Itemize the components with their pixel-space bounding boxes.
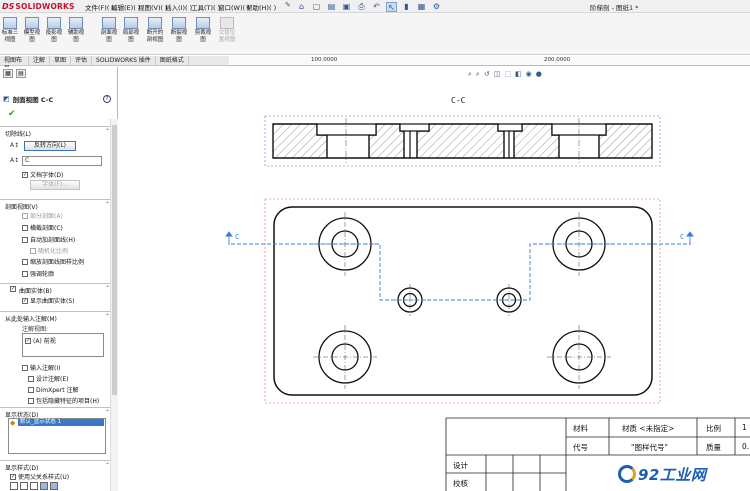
code-label: 代号 [573, 443, 588, 452]
cut-label-left: C [235, 233, 240, 241]
cutting-line-c[interactable] [231, 243, 690, 301]
watermark-text: 92工业网 [638, 465, 707, 484]
scale-value: 1 [742, 423, 747, 432]
material-value: 材质 <未指定> [622, 424, 675, 433]
scale-label: 比例 [706, 424, 721, 433]
mass-value: 0. [742, 442, 750, 451]
section-view-cc[interactable] [272, 118, 653, 163]
code-value: "图样代号" [631, 443, 668, 452]
check-label: 校核 [453, 479, 468, 488]
design-label: 设计 [453, 461, 468, 470]
cutting-arrows [225, 231, 694, 245]
watermark-logo-icon [618, 465, 636, 483]
site-watermark: 92工业网 [618, 463, 706, 485]
front-view[interactable] [273, 206, 653, 396]
cut-label-right: C [680, 233, 685, 241]
material-label: 材料 [573, 424, 588, 433]
mass-label: 质量 [706, 443, 721, 452]
